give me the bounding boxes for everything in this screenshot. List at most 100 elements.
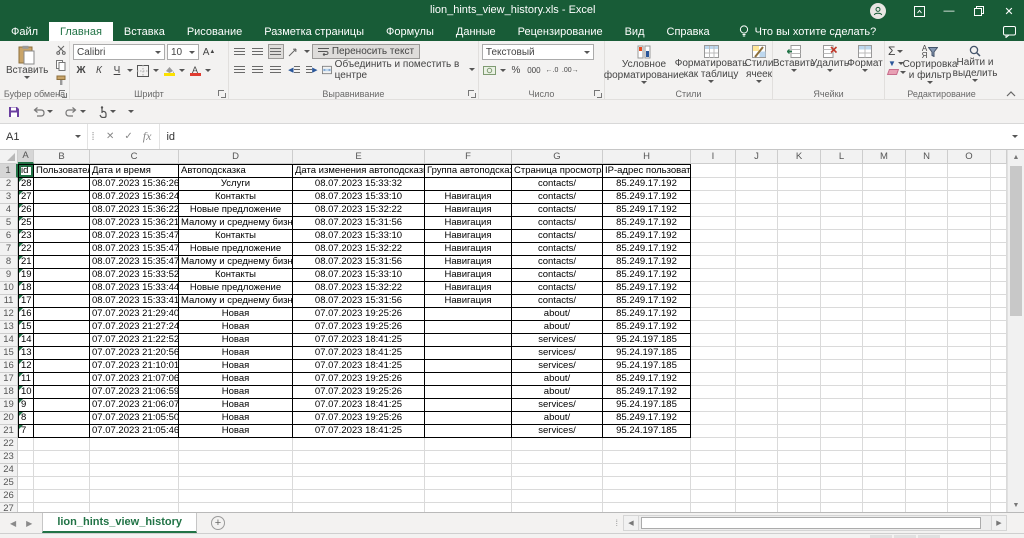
cell-N1[interactable] bbox=[906, 164, 948, 178]
cell-B17[interactable] bbox=[34, 373, 90, 386]
bold-button[interactable]: Ж bbox=[73, 63, 89, 78]
cell-L11[interactable] bbox=[821, 295, 863, 308]
cell-G17[interactable]: about/ bbox=[512, 373, 603, 386]
cell-B10[interactable] bbox=[34, 282, 90, 295]
cell-H15[interactable]: 95.24.197.185 bbox=[603, 347, 691, 360]
paste-button[interactable]: Вставить bbox=[3, 44, 51, 87]
row-header-3[interactable]: 3 bbox=[0, 191, 18, 204]
cell-E17[interactable]: 07.07.2023 19:25:26 bbox=[293, 373, 425, 386]
cell-B15[interactable] bbox=[34, 347, 90, 360]
cell-H4[interactable]: 85.249.17.192 bbox=[603, 204, 691, 217]
cell-F13[interactable] bbox=[425, 321, 512, 334]
cell-C26[interactable] bbox=[90, 490, 179, 503]
cell-A24[interactable] bbox=[18, 464, 34, 477]
cell-K21[interactable] bbox=[778, 425, 821, 438]
accounting-dropdown[interactable] bbox=[500, 69, 506, 72]
cell-D19[interactable]: Новая bbox=[179, 399, 293, 412]
name-box[interactable]: A1 bbox=[0, 124, 88, 149]
cell-C2[interactable]: 08.07.2023 15:36:26 bbox=[90, 178, 179, 191]
number-format-combo[interactable]: Текстовый bbox=[482, 44, 594, 60]
cell-C22[interactable] bbox=[90, 438, 179, 451]
cell-A16[interactable]: 12 bbox=[18, 360, 34, 373]
cell-A20[interactable]: 8 bbox=[18, 412, 34, 425]
cell-J14[interactable] bbox=[736, 334, 778, 347]
cell-C1[interactable]: Дата и время bbox=[90, 164, 179, 178]
cell-G27[interactable] bbox=[512, 503, 603, 512]
cell-J12[interactable] bbox=[736, 308, 778, 321]
cell-K10[interactable] bbox=[778, 282, 821, 295]
cell-N13[interactable] bbox=[906, 321, 948, 334]
cell-F17[interactable] bbox=[425, 373, 512, 386]
cell-E11[interactable]: 08.07.2023 15:31:56 bbox=[293, 295, 425, 308]
cell-N3[interactable] bbox=[906, 191, 948, 204]
copy-button[interactable] bbox=[53, 59, 69, 71]
cell-N19[interactable] bbox=[906, 399, 948, 412]
cell-L14[interactable] bbox=[821, 334, 863, 347]
percent-button[interactable]: % bbox=[508, 63, 524, 78]
cell-M9[interactable] bbox=[863, 269, 906, 282]
cell-F25[interactable] bbox=[425, 477, 512, 490]
cell-O5[interactable] bbox=[948, 217, 991, 230]
cell-M15[interactable] bbox=[863, 347, 906, 360]
cell-M5[interactable] bbox=[863, 217, 906, 230]
cell-F19[interactable] bbox=[425, 399, 512, 412]
cell-J27[interactable] bbox=[736, 503, 778, 512]
cell-P11[interactable] bbox=[991, 295, 1007, 308]
cell-A23[interactable] bbox=[18, 451, 34, 464]
cell-A4[interactable]: 26 bbox=[18, 204, 34, 217]
cell-I10[interactable] bbox=[691, 282, 736, 295]
cell-L8[interactable] bbox=[821, 256, 863, 269]
cell-G9[interactable]: contacts/ bbox=[512, 269, 603, 282]
cell-P18[interactable] bbox=[991, 386, 1007, 399]
row-header-22[interactable]: 22 bbox=[0, 438, 18, 451]
cell-J10[interactable] bbox=[736, 282, 778, 295]
cell-P3[interactable] bbox=[991, 191, 1007, 204]
cell-J9[interactable] bbox=[736, 269, 778, 282]
cell-L3[interactable] bbox=[821, 191, 863, 204]
cell-B7[interactable] bbox=[34, 243, 90, 256]
cell-A15[interactable]: 13 bbox=[18, 347, 34, 360]
cell-I14[interactable] bbox=[691, 334, 736, 347]
cell-I25[interactable] bbox=[691, 477, 736, 490]
cell-I18[interactable] bbox=[691, 386, 736, 399]
row-header-16[interactable]: 16 bbox=[0, 360, 18, 373]
vertical-scrollbar[interactable]: ▲ ▼ bbox=[1007, 150, 1024, 512]
cell-N8[interactable] bbox=[906, 256, 948, 269]
row-header-4[interactable]: 4 bbox=[0, 204, 18, 217]
cell-K11[interactable] bbox=[778, 295, 821, 308]
cell-P19[interactable] bbox=[991, 399, 1007, 412]
cell-I22[interactable] bbox=[691, 438, 736, 451]
cell-L27[interactable] bbox=[821, 503, 863, 512]
cell-D11[interactable]: Малому и среднему бизнесу bbox=[179, 295, 293, 308]
cell-H10[interactable]: 85.249.17.192 bbox=[603, 282, 691, 295]
redo-button[interactable] bbox=[65, 107, 86, 117]
cell-C25[interactable] bbox=[90, 477, 179, 490]
cell-B27[interactable] bbox=[34, 503, 90, 512]
cell-B22[interactable] bbox=[34, 438, 90, 451]
cell-B26[interactable] bbox=[34, 490, 90, 503]
cell-D21[interactable]: Новая bbox=[179, 425, 293, 438]
cell-C7[interactable]: 08.07.2023 15:35:47 bbox=[90, 243, 179, 256]
horizontal-scroll-thumb[interactable] bbox=[641, 517, 981, 529]
cell-G25[interactable] bbox=[512, 477, 603, 490]
align-middle-button[interactable] bbox=[250, 44, 266, 59]
cell-B1[interactable]: Пользователь bbox=[34, 164, 90, 178]
cell-J19[interactable] bbox=[736, 399, 778, 412]
find-select-button[interactable]: Найти и выделить bbox=[954, 44, 996, 87]
cell-I26[interactable] bbox=[691, 490, 736, 503]
cell-J20[interactable] bbox=[736, 412, 778, 425]
cell-K17[interactable] bbox=[778, 373, 821, 386]
cell-G18[interactable]: about/ bbox=[512, 386, 603, 399]
tab-home[interactable]: Главная bbox=[49, 22, 113, 41]
cell-H21[interactable]: 95.24.197.185 bbox=[603, 425, 691, 438]
cell-O22[interactable] bbox=[948, 438, 991, 451]
cell-H20[interactable]: 85.249.17.192 bbox=[603, 412, 691, 425]
tab-review[interactable]: Рецензирование bbox=[507, 22, 614, 41]
font-color-dropdown[interactable] bbox=[205, 69, 211, 72]
cell-G14[interactable]: services/ bbox=[512, 334, 603, 347]
cell-I17[interactable] bbox=[691, 373, 736, 386]
cell-I9[interactable] bbox=[691, 269, 736, 282]
cell-K2[interactable] bbox=[778, 178, 821, 191]
cell-N11[interactable] bbox=[906, 295, 948, 308]
cell-D13[interactable]: Новая bbox=[179, 321, 293, 334]
